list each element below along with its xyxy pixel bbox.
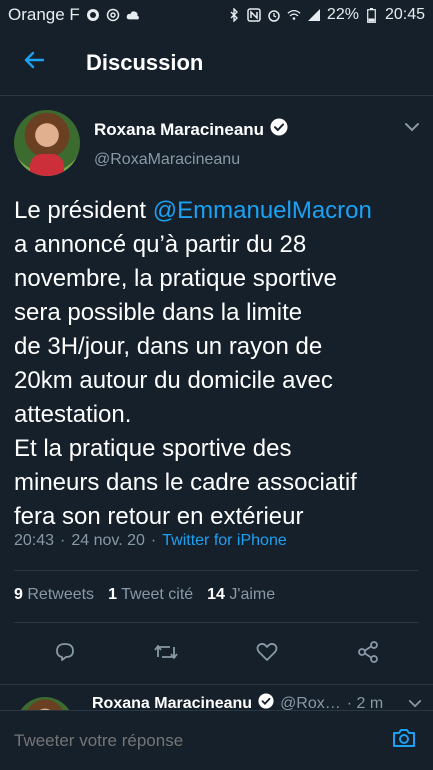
alarm-icon <box>267 8 281 22</box>
whatsapp-icon <box>86 8 100 22</box>
tweet-text-body: a annoncé qu’à partir du 28 novembre, la… <box>14 231 357 530</box>
battery-icon <box>365 7 379 23</box>
author-handle[interactable]: @RoxaMaracineanu <box>94 151 288 169</box>
camera-icon <box>391 726 417 755</box>
tweet-time: 20:43 <box>14 532 55 549</box>
author-name[interactable]: Roxana Maracineanu <box>94 120 264 140</box>
tweet-stats: 9 Retweets 1 Tweet cité 14 J'aime <box>14 586 275 604</box>
meta-separator-2: · <box>150 532 157 549</box>
retweet-button[interactable] <box>146 634 186 674</box>
carrier-name: Orange F <box>8 5 80 24</box>
reply-preview[interactable]: Roxana Maracineanu @Rox… · 2 m <box>0 684 433 710</box>
reply-input[interactable] <box>14 730 389 751</box>
reply-time: · 2 m <box>346 694 384 711</box>
tweet-date: 24 nov. 20 <box>71 532 145 549</box>
at-icon <box>106 8 120 22</box>
like-button[interactable] <box>247 634 287 674</box>
page-title: Discussion <box>86 49 204 75</box>
signal-icon <box>307 8 321 22</box>
tweet-actions <box>14 634 419 674</box>
retweets-label: Retweets <box>27 586 95 603</box>
chevron-down-icon[interactable] <box>408 695 422 711</box>
quotes-stat[interactable]: 1 Tweet cité <box>108 586 193 604</box>
tweet-text: Le président @EmmanuelMacron a annoncé q… <box>14 194 419 534</box>
likes-count: 14 <box>207 586 225 603</box>
verified-badge-icon <box>258 693 274 710</box>
clock: 20:45 <box>384 6 425 23</box>
likes-stat[interactable]: 14 J'aime <box>207 586 275 604</box>
reply-avatar[interactable] <box>16 697 74 710</box>
camera-button[interactable] <box>389 726 419 756</box>
retweets-stat[interactable]: 9 Retweets <box>14 586 94 604</box>
quotes-label: Tweet cité <box>121 586 194 603</box>
quotes-count: 1 <box>108 586 117 603</box>
tweet-source-link[interactable]: Twitter for iPhone <box>162 532 287 550</box>
tweet-menu-button[interactable] <box>400 116 424 140</box>
reply-author-handle: @Rox… <box>280 694 341 711</box>
verified-badge-icon <box>270 118 288 141</box>
nfc-icon <box>247 8 261 22</box>
tweet-meta: 20:43 · 24 nov. 20 · Twitter for iPhone <box>14 532 287 550</box>
reply-icon <box>53 640 77 669</box>
share-button[interactable] <box>348 634 388 674</box>
reply-button[interactable] <box>45 634 85 674</box>
battery-percent: 22% <box>326 6 359 23</box>
arrow-left-icon <box>23 48 47 77</box>
bluetooth-icon <box>227 8 241 22</box>
mention-link[interactable]: @EmmanuelMacron <box>153 197 372 224</box>
retweet-icon <box>153 640 179 669</box>
reply-composer <box>0 710 433 770</box>
author-meta: Roxana Maracineanu @RoxaMaracineanu <box>94 110 288 169</box>
wifi-icon <box>287 8 301 22</box>
divider <box>14 570 419 571</box>
reply-author-name: Roxana Maracineanu <box>92 694 253 711</box>
meta-separator: · <box>60 532 66 549</box>
divider <box>14 622 419 623</box>
chevron-down-icon <box>404 119 420 137</box>
app-bar: Discussion <box>0 30 433 96</box>
heart-icon <box>255 640 279 669</box>
status-bar: Orange F 22% 20:45 <box>0 0 433 30</box>
cloud-icon <box>126 8 140 22</box>
share-icon <box>356 640 380 669</box>
back-button[interactable] <box>0 30 70 96</box>
reply-header: Roxana Maracineanu @Rox… · 2 m <box>92 693 422 710</box>
likes-label: J'aime <box>229 586 276 603</box>
retweets-count: 9 <box>14 586 23 603</box>
tweet-text-prefix: Le président <box>14 197 153 224</box>
avatar[interactable] <box>14 110 80 176</box>
tweet-author-row: Roxana Maracineanu @RoxaMaracineanu <box>14 110 424 176</box>
